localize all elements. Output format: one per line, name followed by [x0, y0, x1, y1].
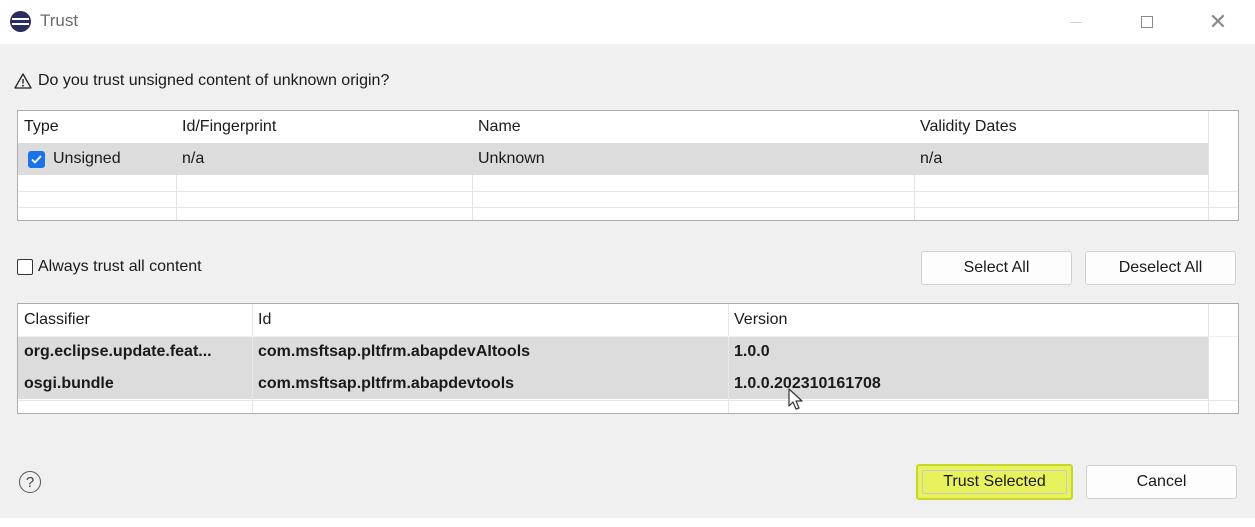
validity-cell: n/a: [920, 150, 943, 167]
trust-selected-label: Trust Selected: [943, 473, 1046, 490]
column-header-id-fingerprint[interactable]: Id/Fingerprint: [176, 111, 472, 143]
version-cell: 1.0.0: [734, 343, 770, 360]
table-row[interactable]: org.eclipse.update.feat... com.msftsap.p…: [18, 336, 1208, 368]
window-title: Trust: [40, 11, 79, 30]
table-row[interactable]: Unsigned n/a Unknown n/a: [18, 143, 1208, 175]
maximize-button[interactable]: [1127, 7, 1167, 37]
artifacts-table[interactable]: Classifier Id Version org.eclipse.update…: [17, 303, 1239, 414]
grid-line: [728, 304, 729, 413]
row-checkbox[interactable]: [28, 150, 45, 168]
deselect-all-button[interactable]: Deselect All: [1085, 251, 1236, 285]
always-trust-option[interactable]: Always trust all content: [17, 258, 202, 276]
classifier-cell: org.eclipse.update.feat...: [24, 343, 212, 360]
checkmark-icon: [31, 154, 42, 164]
maximize-icon: [1141, 16, 1153, 28]
type-cell: Unsigned: [18, 143, 176, 175]
always-trust-label: Always trust all content: [38, 258, 202, 275]
warning-icon: [14, 73, 32, 89]
column-header-name[interactable]: Name: [472, 111, 914, 143]
close-button[interactable]: ✕: [1198, 7, 1238, 37]
mouse-cursor-icon: [788, 388, 803, 410]
minimize-icon: [1070, 21, 1082, 23]
id-cell: com.msftsap.pltfrm.abapdevtools: [258, 374, 515, 392]
name-cell: Unknown: [478, 150, 545, 167]
grid-line: [252, 304, 253, 413]
trust-dialog: Trust ✕ Do you trust unsigned content of…: [0, 0, 1255, 527]
signers-table-header: Type Id/Fingerprint Name Validity Dates: [18, 111, 1208, 143]
cancel-button[interactable]: Cancel: [1086, 465, 1237, 499]
grid-line: [1208, 111, 1209, 220]
trust-selected-button[interactable]: Trust Selected: [916, 464, 1073, 500]
trust-question: Do you trust unsigned content of unknown…: [14, 72, 389, 90]
grid-line: [18, 336, 1238, 337]
always-trust-checkbox[interactable]: [17, 259, 33, 275]
id-cell: com.msftsap.pltfrm.abapdevAItools: [258, 343, 531, 360]
select-all-button[interactable]: Select All: [921, 251, 1072, 285]
grid-line: [18, 207, 1238, 208]
signers-table[interactable]: Type Id/Fingerprint Name Validity Dates …: [17, 110, 1239, 221]
grid-line: [1208, 304, 1209, 413]
column-header-type[interactable]: Type: [18, 111, 176, 143]
table-row[interactable]: osgi.bundle com.msftsap.pltfrm.abapdevto…: [18, 368, 1208, 399]
grid-line: [472, 175, 473, 220]
classifier-cell: osgi.bundle: [24, 374, 114, 392]
help-icon[interactable]: ?: [19, 471, 41, 493]
minimize-button[interactable]: [1056, 7, 1096, 37]
column-header-validity-dates[interactable]: Validity Dates: [914, 111, 1208, 143]
grid-line: [176, 175, 177, 220]
type-text: Unsigned: [53, 150, 121, 167]
id-fingerprint-cell: n/a: [182, 150, 205, 167]
window-bottom-edge: [0, 518, 1255, 527]
title-bar: Trust ✕: [0, 0, 1255, 44]
close-icon: ✕: [1208, 9, 1228, 34]
artifacts-table-header: Classifier Id Version: [18, 304, 1208, 336]
grid-line: [18, 191, 1238, 192]
grid-line: [914, 175, 915, 220]
column-header-classifier[interactable]: Classifier: [18, 304, 252, 336]
column-header-version[interactable]: Version: [728, 304, 1208, 336]
grid-line: [18, 400, 1238, 401]
question-text: Do you trust unsigned content of unknown…: [38, 72, 390, 89]
column-header-id[interactable]: Id: [252, 304, 728, 336]
eclipse-icon: [10, 11, 31, 32]
